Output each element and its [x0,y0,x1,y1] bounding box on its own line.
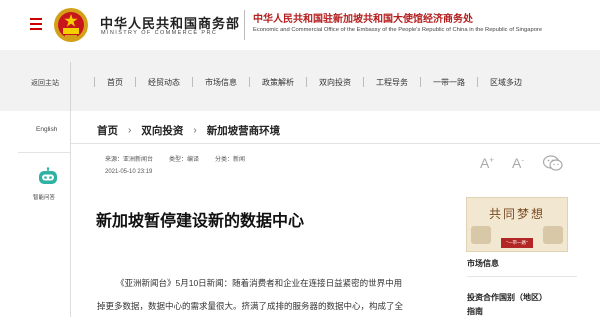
article-body-line: 掉更多数据，数据中心的需求量很大。挤满了成排的服务器的数据中心，构成了全 [97,301,404,311]
nav-item-label: 一带一路 [433,77,465,87]
office-name-cn: 中华人民共和国驻新加坡共和国大使馆经济商务处 [253,14,473,25]
market-info-heading[interactable]: 市场信息 [467,258,499,269]
font-larger-button[interactable]: A+ [480,155,494,171]
article-meta: 来源：亚洲新闻台 类型：编译 分类：新闻 [105,154,245,163]
site-header: 中华人民共和国商务部 MINISTRY OF COMMERCE PRC 中华人民… [0,0,600,50]
article-source: 来源：亚洲新闻台 [105,157,154,163]
belt-road-banner[interactable]: 共同梦想 "一带一路" [466,197,568,252]
national-emblem-icon [54,8,88,42]
sidebar-divider [70,111,71,317]
nav-item-label: 市场信息 [205,77,237,87]
office-name-en: Economic and Commercial Office of the Em… [253,27,543,33]
nav-item-belt-road[interactable]: 一带一路 [408,75,465,89]
chevron-right-icon: › [128,125,132,136]
ministry-name-en: MINISTRY OF COMMERCE PRC [101,30,218,36]
banner-subtitle: "一带一路" [501,238,533,248]
nav-item-trade-news[interactable]: 经贸动态 [123,75,180,89]
font-smaller-button[interactable]: A- [512,155,524,171]
english-link[interactable]: English [36,126,57,133]
breadcrumb: 首页 › 双向投资 › 新加坡营商环境 [97,123,280,138]
wechat-icon[interactable] [543,155,563,171]
nav-item-policy[interactable]: 政策解析 [237,75,294,89]
breadcrumb-investment[interactable]: 双向投资 [141,123,183,138]
nav-item-market-info[interactable]: 市场信息 [180,75,237,89]
return-main-site-link[interactable]: 返回主站 [31,78,59,88]
article-title: 新加坡暂停建设新的数据中心 [96,213,305,230]
breadcrumb-business-env[interactable]: 新加坡营商环境 [207,123,281,138]
content-divider [71,143,600,144]
sidebar-separator [18,152,70,153]
nav-item-label: 经贸动态 [148,77,180,87]
chevron-right-icon: › [193,125,197,136]
banner-decoration [471,226,491,244]
nav-item-label: 双向投资 [319,77,351,87]
nav-item-label: 政策解析 [262,77,294,87]
header-divider [244,10,245,40]
hamburger-menu-icon[interactable] [30,18,42,30]
banner-decoration [543,226,563,244]
nav-item-home[interactable]: 首页 [82,75,123,89]
country-guide-heading[interactable]: 投资合作国别（地区） [467,292,547,303]
main-nav: 返回主站 首页 经贸动态 市场信息 政策解析 双向投资 工程导务 一带一路 区域… [0,50,600,111]
banner-title: 共同梦想 [488,207,545,221]
nav-divider [70,62,71,111]
nav-item-investment[interactable]: 双向投资 [294,75,351,89]
nav-item-label: 首页 [107,77,123,87]
nav-item-regional[interactable]: 区域多边 [465,75,522,89]
nav-item-label: 区域多边 [490,77,522,87]
right-divider [467,276,577,277]
robot-icon[interactable] [37,167,59,187]
article-body-line: 《亚洲新闻台》5月10日新闻：随着消费者和企业在连接日益紧密的世界中用 [116,278,403,288]
nav-item-label: 工程导务 [376,77,408,87]
nav-items: 首页 经贸动态 市场信息 政策解析 双向投资 工程导务 一带一路 区域多边 [82,75,522,89]
article-date: 2021-05-10 23:19 [105,169,153,175]
nav-item-labor[interactable]: 工程导务 [351,75,408,89]
smart-qa-label[interactable]: 智能问答 [33,193,55,201]
left-sidebar: English 智能问答 [0,111,71,317]
country-guide-heading-cont[interactable]: 指南 [467,306,483,317]
article-category: 分类：新闻 [215,157,246,163]
breadcrumb-home[interactable]: 首页 [97,123,118,138]
article-type: 类型：编译 [169,157,200,163]
